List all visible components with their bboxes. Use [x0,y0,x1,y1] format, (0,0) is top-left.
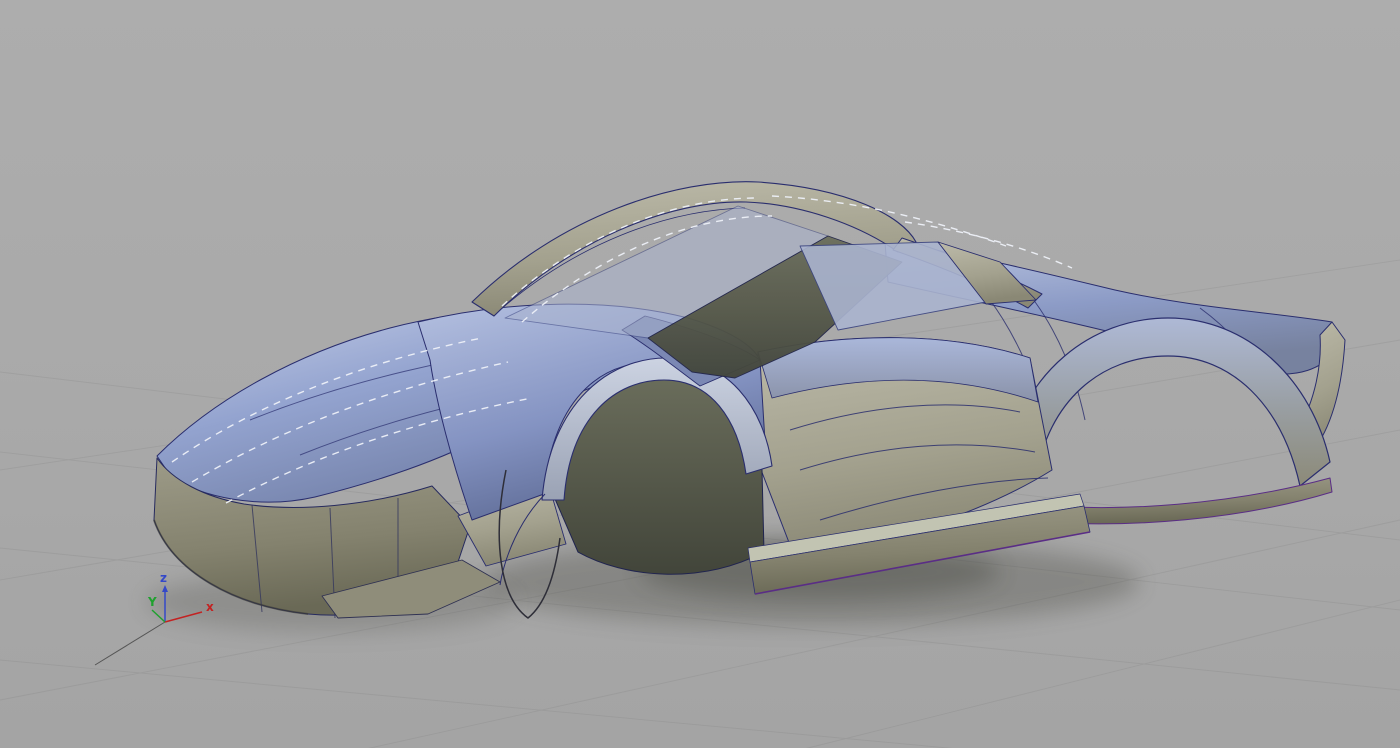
cad-viewport-window: z Y x [0,0,1400,748]
axis-y-label: Y [147,595,157,609]
grid-axis-line [95,622,165,665]
car-model[interactable] [154,182,1345,618]
3d-viewport[interactable]: z Y x [0,0,1400,748]
axis-z-label: z [160,571,167,585]
axis-x-label: x [206,600,214,614]
